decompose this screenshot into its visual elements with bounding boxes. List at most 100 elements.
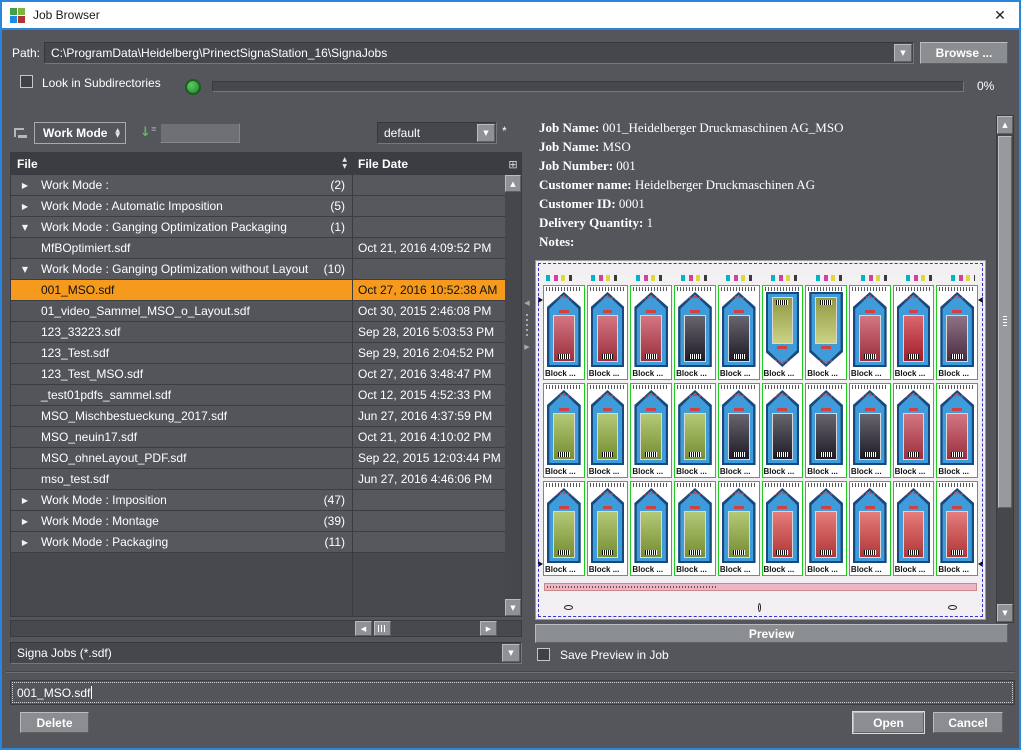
file-name: MSO_ohneLayout_PDF.sdf	[41, 451, 186, 465]
registration-mark	[948, 605, 957, 610]
table-row-group[interactable]: ▶Work Mode : Packaging(11)	[11, 532, 505, 553]
table-row[interactable]: mso_test.sdf Jun 27, 2016 4:46:06 PM	[11, 469, 505, 490]
file-table: File ▲▼ File Date ⊞ ▶Work Mode :(2)▶Work…	[10, 152, 522, 617]
file-name: MfBOptimiert.sdf	[41, 241, 130, 255]
scroll-left-icon[interactable]: ◀	[355, 621, 372, 636]
work-mode-label: Work Mode	[35, 126, 115, 140]
column-header-date[interactable]: File Date	[353, 153, 505, 175]
registration-mark	[978, 297, 983, 303]
path-combobox[interactable]: C:\ProgramData\Heidelberg\PrinectSignaSt…	[44, 42, 914, 64]
panel-splitter[interactable]: ◀ ▶	[523, 298, 531, 368]
preview-label: Block ...	[805, 383, 847, 478]
preview-grid: Block ...Block ...Block ...Block ...Bloc…	[543, 285, 978, 579]
preview-button[interactable]: Preview	[535, 624, 1008, 643]
column-header-file[interactable]: File ▲▼	[11, 153, 353, 175]
close-icon[interactable]: ✕	[991, 7, 1009, 25]
color-bar	[544, 583, 977, 591]
chevron-down-icon[interactable]: ▼	[502, 644, 520, 662]
filename-input[interactable]: 001_MSO.sdf	[10, 680, 1015, 705]
preview-label: Block ...	[674, 285, 716, 380]
look-in-subdirectories-checkbox[interactable]	[20, 75, 33, 88]
color-calibration-strip	[546, 275, 975, 281]
work-mode-select[interactable]: Work Mode ▲▼	[34, 122, 126, 144]
table-row-group[interactable]: ▶Work Mode : Automatic Imposition(5)	[11, 196, 505, 217]
table-row-group[interactable]: ▶Work Mode : Montage(39)	[11, 511, 505, 532]
table-row[interactable]: 123_Test.sdfSep 29, 2016 2:04:52 PM	[11, 343, 505, 364]
chevron-down-icon[interactable]: ▼	[894, 44, 912, 62]
column-picker-icon[interactable]: ⊞	[505, 153, 521, 175]
group-count: (10)	[324, 262, 353, 276]
preview-label: Block ...	[587, 481, 629, 576]
table-row[interactable]: MSO_neuin17.sdfOct 21, 2016 4:10:02 PM	[11, 427, 505, 448]
save-preview-checkbox[interactable]	[537, 648, 550, 661]
collapse-icon[interactable]: ▼	[17, 223, 33, 232]
table-row[interactable]: _test01pdfs_sammel.sdfOct 12, 2015 4:52:…	[11, 385, 505, 406]
table-row[interactable]: MfBOptimiert.sdfOct 21, 2016 4:09:52 PM	[11, 238, 505, 259]
table-row[interactable]: 123_33223.sdfSep 28, 2016 5:03:53 PM	[11, 322, 505, 343]
job-info-line: Notes:	[539, 232, 979, 251]
scroll-down-icon[interactable]: ▼	[505, 599, 521, 616]
group-count: (47)	[324, 493, 353, 507]
group-label: Work Mode : Montage	[41, 514, 159, 528]
registration-mark	[978, 561, 983, 567]
browse-button[interactable]: Browse ...	[920, 42, 1008, 64]
collapse-icon[interactable]: ▼	[17, 265, 33, 274]
job-info-line: Job Name: 001_Heidelberger Druckmaschine…	[539, 118, 979, 137]
preview-label: Block ...	[630, 383, 672, 478]
file-name: mso_test.sdf	[41, 472, 109, 486]
open-button[interactable]: Open	[853, 712, 924, 733]
job-info-line: Job Number: 001	[539, 156, 979, 175]
expand-icon[interactable]: ▶	[17, 202, 33, 211]
file-date: Jun 27, 2016 4:46:06 PM	[353, 469, 505, 489]
filename-value: 001_MSO.sdf	[17, 686, 90, 700]
expand-icon[interactable]: ▶	[17, 538, 33, 547]
title-bar[interactable]: Job Browser ✕	[2, 2, 1019, 30]
collapse-right-icon[interactable]: ▶	[524, 342, 529, 352]
cancel-button[interactable]: Cancel	[933, 712, 1003, 733]
table-row-group[interactable]: ▶Work Mode :(2)	[11, 175, 505, 196]
scroll-up-icon[interactable]: ▲	[997, 116, 1013, 134]
spinner-icon[interactable]: ▲▼	[115, 128, 120, 138]
preview-label: Block ...	[587, 383, 629, 478]
table-row[interactable]: 001_MSO.sdfOct 27, 2016 10:52:38 AM	[11, 280, 505, 301]
table-header: File ▲▼ File Date	[11, 153, 505, 175]
chevron-down-icon[interactable]: ▼	[477, 124, 495, 142]
scroll-up-icon[interactable]: ▲	[505, 175, 521, 192]
delete-button[interactable]: Delete	[20, 712, 89, 733]
splitter-grip[interactable]	[526, 314, 528, 336]
preview-vertical-scrollbar[interactable]: ▲ ▼	[996, 115, 1014, 623]
group-tree-icon[interactable]	[14, 128, 30, 140]
filter-input[interactable]	[160, 123, 240, 143]
table-row[interactable]: MSO_ohneLayout_PDF.sdfSep 22, 2015 12:03…	[11, 448, 505, 469]
table-row[interactable]: 01_video_Sammel_MSO_o_Layout.sdfOct 30, …	[11, 301, 505, 322]
expand-icon[interactable]: ▶	[17, 496, 33, 505]
collapse-left-icon[interactable]: ◀	[524, 298, 529, 308]
scroll-right-icon[interactable]: ▶	[480, 621, 497, 636]
table-vertical-scrollbar[interactable]: ▲ ▼	[505, 175, 521, 616]
preview-label: Block ...	[718, 383, 760, 478]
scrollbar-thumb[interactable]	[998, 136, 1012, 508]
expand-icon[interactable]: ▶	[17, 181, 33, 190]
group-label: Work Mode : Automatic Imposition	[41, 199, 223, 213]
file-name: 123_Test_MSO.sdf	[41, 367, 143, 381]
table-row-group[interactable]: ▼Work Mode : Ganging Optimization Packag…	[11, 217, 505, 238]
column-divider[interactable]	[352, 153, 353, 616]
expand-icon[interactable]: ▶	[17, 517, 33, 526]
window-title: Job Browser	[33, 8, 100, 22]
scroll-down-icon[interactable]: ▼	[997, 604, 1013, 622]
table-row[interactable]: 123_Test_MSO.sdfOct 27, 2016 3:48:47 PM	[11, 364, 505, 385]
table-row[interactable]: MSO_Mischbestueckung_2017.sdfJun 27, 201…	[11, 406, 505, 427]
save-preview-label: Save Preview in Job	[560, 648, 669, 662]
table-horizontal-scrollbar[interactable]: ◀ ▶	[10, 620, 522, 637]
profile-combobox[interactable]: default ▼	[377, 122, 497, 144]
file-type-combobox[interactable]: Signa Jobs (*.sdf) ▼	[10, 642, 522, 664]
scrollbar-thumb[interactable]	[374, 621, 391, 636]
sort-indicator-icon[interactable]: ▲▼	[342, 156, 347, 170]
sort-icon[interactable]: ↓≡	[140, 125, 157, 140]
file-date: Oct 21, 2016 4:10:02 PM	[353, 427, 505, 447]
table-row-group[interactable]: ▼Work Mode : Ganging Optimization withou…	[11, 259, 505, 280]
job-info: Job Name: 001_Heidelberger Druckmaschine…	[539, 118, 979, 251]
table-row-group[interactable]: ▶Work Mode : Imposition(47)	[11, 490, 505, 511]
registration-mark	[758, 603, 761, 612]
file-name: 001_MSO.sdf	[41, 283, 114, 297]
